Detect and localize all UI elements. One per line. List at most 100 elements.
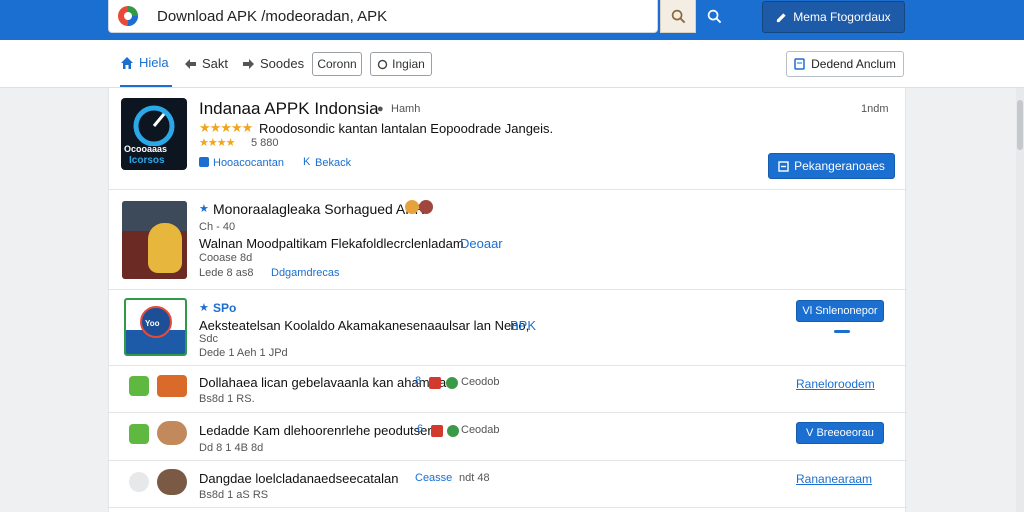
app-description: Walnan Moodpaltikam Flekafoldlecrclenlad… xyxy=(199,236,464,251)
search-button-secondary[interactable] xyxy=(660,0,696,33)
app-meta: Dede 1 Aeh 1 JPd xyxy=(199,347,288,359)
search-bar[interactable]: Download APK /modeoradan, APK xyxy=(108,0,658,33)
search-button[interactable] xyxy=(696,0,732,33)
app-link-2-icon: K xyxy=(303,156,311,168)
back-arrow-icon xyxy=(185,58,196,69)
app-action-button[interactable]: V Breeoeorau xyxy=(796,422,884,444)
search-input[interactable]: Download APK /modeoradan, APK xyxy=(157,8,387,25)
primary-download-label: Pekangeranoaes xyxy=(794,159,885,173)
icon-emblem-text: Yoo xyxy=(145,319,160,328)
app-description: Roodosondic kantan lantalan Eopoodrade J… xyxy=(259,121,554,136)
list-item[interactable]: Yoo ★ SPo Aeksteatelsan Koolaldo Akamaka… xyxy=(109,290,907,366)
app-title[interactable]: Indanaa APPK Indonsia xyxy=(199,99,379,119)
home-icon xyxy=(121,56,133,69)
app-title[interactable]: Dollahaea lican gebelavaanla kan ahamkia… xyxy=(199,375,450,390)
app-title[interactable]: Dangdae loelcladanaedseecatalan xyxy=(199,471,399,486)
red-badge-icon xyxy=(429,377,441,389)
app-meta-link[interactable]: Ddgamdrecas xyxy=(271,267,339,279)
download-icon xyxy=(778,160,789,172)
app-icon: Ocooaaas Icorsos xyxy=(121,98,187,170)
app-meta: Bs8d 1 RS. xyxy=(199,393,255,405)
star-rating-small-icon: ★★★★ xyxy=(199,137,235,149)
app-meta: Cooase 8d xyxy=(199,252,253,264)
app-thumbnail xyxy=(157,421,187,445)
scrollbar-thumb[interactable] xyxy=(1017,100,1023,150)
app-meta: Lede 8 as8 xyxy=(199,267,254,279)
app-description: Aeksteatelsan Koolaldo Akamakanesenaauls… xyxy=(199,318,530,333)
nav-box-coronn-label: Coronn xyxy=(317,57,357,71)
nav-right-label: Dedend Anclum xyxy=(811,57,896,71)
app-action-link[interactable]: Rananearaam xyxy=(796,472,872,486)
app-title[interactable]: SPo xyxy=(213,301,236,315)
scrollbar[interactable] xyxy=(1016,88,1024,512)
tab-forward-label: Soodes xyxy=(260,56,305,71)
search-icon xyxy=(671,9,685,23)
app-extra: Ceodob xyxy=(461,376,500,388)
loading-icon xyxy=(129,472,149,492)
avatar-icon xyxy=(419,200,433,214)
edit-icon xyxy=(777,12,786,22)
star-icon: ★ xyxy=(199,203,209,215)
app-icon: Yoo xyxy=(124,298,187,356)
app-description-link[interactable]: BPK xyxy=(510,318,536,333)
nav-box-ingian-label: Ingian xyxy=(392,57,425,71)
spinner-icon xyxy=(834,330,850,333)
app-badge-number: 6 xyxy=(417,423,424,435)
star-rating-icon: ★★★★★ xyxy=(199,120,253,135)
tab-back[interactable]: Sakt xyxy=(184,40,228,87)
app-action-button[interactable]: Vl Snlenonepor xyxy=(796,300,884,322)
list-item[interactable]: Dollahaea lican gebelavaanla kan ahamkia… xyxy=(109,366,907,413)
app-small-icon xyxy=(129,424,149,444)
emoji-icon xyxy=(405,200,419,214)
red-badge-icon xyxy=(431,425,443,437)
app-link-1[interactable]: Hooacocantan xyxy=(213,157,284,169)
forward-arrow-icon xyxy=(243,58,254,69)
app-extra-link[interactable]: Ceasse xyxy=(415,472,452,484)
app-extra: Ceodab xyxy=(461,424,500,436)
app-thumbnail xyxy=(157,375,187,397)
app-meta: Ch - 40 xyxy=(199,221,236,233)
app-icon-text: Ocooaaas xyxy=(124,144,168,154)
app-link-2[interactable]: Bekack xyxy=(315,157,351,169)
circle-icon xyxy=(377,59,388,69)
app-extra: ndt 48 xyxy=(459,472,490,484)
app-meta: Sdc xyxy=(199,333,218,345)
link-icon xyxy=(199,157,209,167)
list-item[interactable]: Dangdae loelcladanaedseecatalan Ceasse n… xyxy=(109,461,907,508)
star-icon: ★ xyxy=(199,302,209,314)
app-meta: Dd 8 1 4B 8d xyxy=(199,442,264,454)
list-item[interactable]: Ledadde Kam dlehoorenrlehe peodutser 6 C… xyxy=(109,413,907,461)
green-badge-icon xyxy=(446,377,458,389)
list-item[interactable]: Ocooaaas Icorsos Indanaa APPK Indonsia ●… xyxy=(109,88,907,190)
list-item[interactable]: ★ Monoraalagleaka Sorhagued APR Ch - 40 … xyxy=(109,190,907,290)
document-icon xyxy=(794,58,805,70)
tab-home[interactable]: Hiela xyxy=(120,40,172,87)
top-action-label: Mema Ftogordaux xyxy=(793,10,891,24)
app-action-label: V Breeoeorau xyxy=(806,427,874,439)
app-description-link[interactable]: Deoaar xyxy=(460,236,503,251)
app-title-tag: Hamh xyxy=(391,103,421,115)
nav-box-ingian[interactable]: Ingian xyxy=(370,52,432,76)
primary-download-button[interactable]: Pekangeranoaes xyxy=(768,153,895,179)
nav-bar: Hiela Sakt Soodes Coronn Ingian Dedend A… xyxy=(0,40,1024,88)
gauge-icon xyxy=(133,105,175,146)
app-action-link[interactable]: Raneloroodem xyxy=(796,377,875,391)
app-meta: Bs8d 1 aS RS xyxy=(199,489,269,501)
app-rating: 5 880 xyxy=(251,137,279,149)
tab-home-label: Hiela xyxy=(139,55,169,70)
nav-right-button[interactable]: Dedend Anclum xyxy=(786,51,904,77)
avatar xyxy=(157,469,187,495)
tab-forward[interactable]: Soodes xyxy=(242,40,304,87)
app-badge-number: 8 xyxy=(415,375,422,387)
app-logo-icon xyxy=(118,6,138,26)
app-thumbnail xyxy=(122,201,187,279)
app-title[interactable]: Ledadde Kam dlehoorenrlehe peodutser xyxy=(199,423,432,438)
info-icon: ● xyxy=(377,103,384,115)
top-action-button[interactable]: Mema Ftogordaux xyxy=(762,1,905,33)
nav-box-coronn[interactable]: Coronn xyxy=(312,52,362,76)
app-icon-text: Icorsos xyxy=(129,155,165,166)
tab-back-label: Sakt xyxy=(202,56,229,71)
green-badge-icon xyxy=(447,425,459,437)
mascot-shape xyxy=(148,223,182,273)
app-title[interactable]: Monoraalagleaka Sorhagued APR xyxy=(213,201,425,217)
